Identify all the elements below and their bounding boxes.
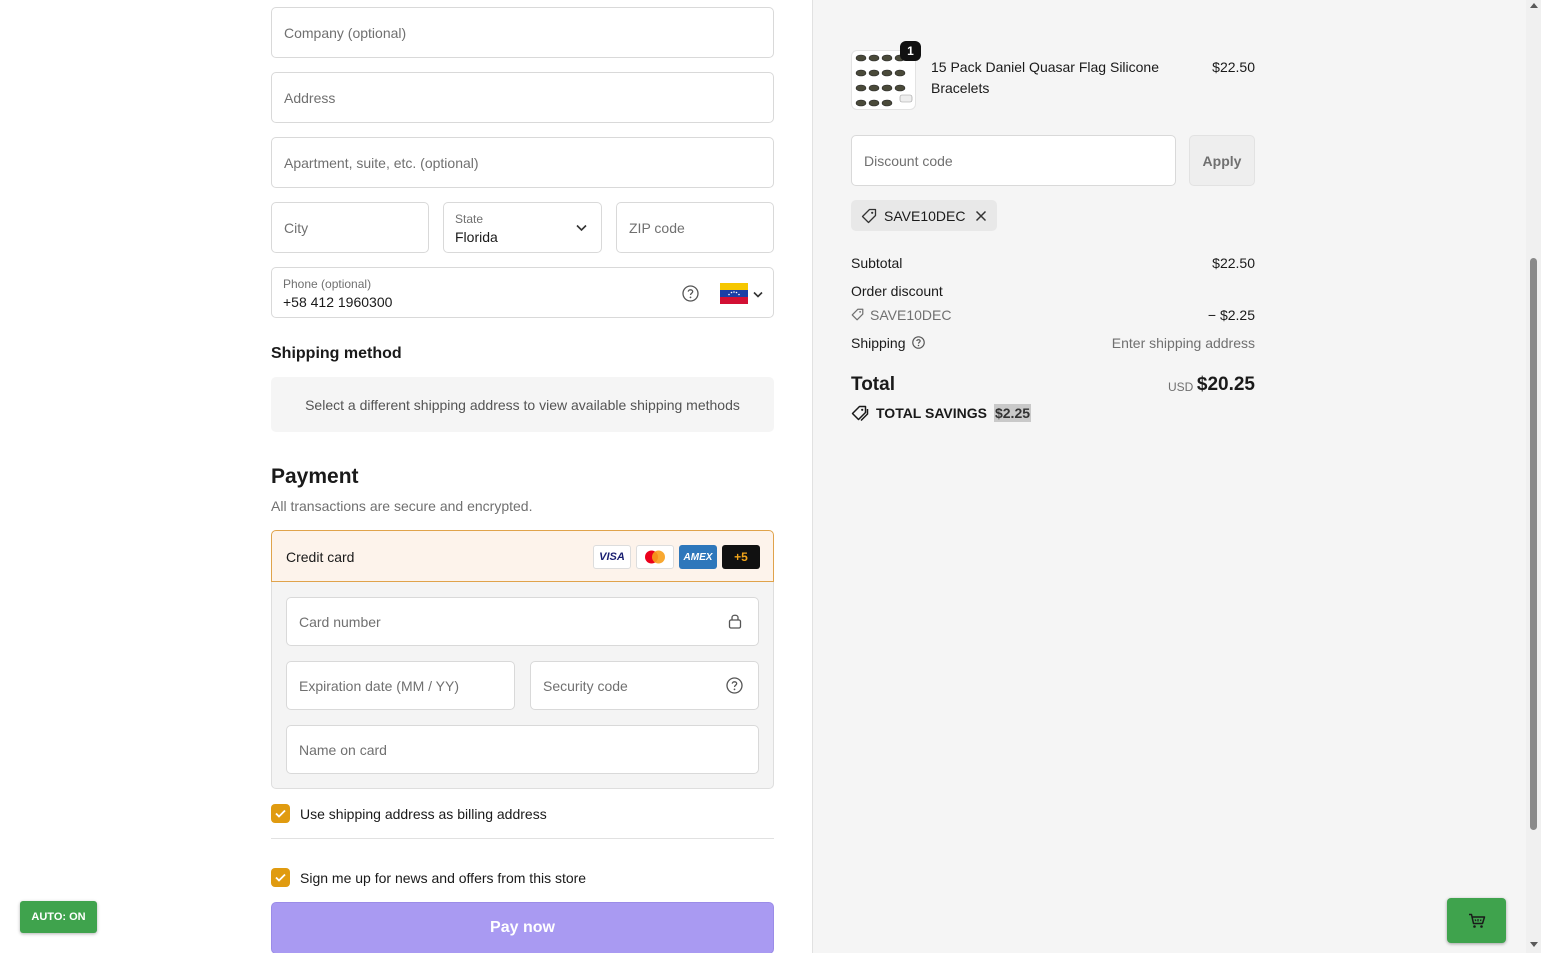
zip-input[interactable] [617,203,773,252]
shipping-label: Shipping [851,335,906,351]
checkmark-icon [275,873,286,882]
total-savings-label: TOTAL SAVINGS [876,405,987,421]
company-input[interactable] [272,8,773,57]
phone-value: +58 412 1960300 [283,294,393,310]
scroll-up-arrow[interactable] [1530,3,1538,8]
shipping-value: Enter shipping address [1111,335,1255,351]
card-number-field[interactable] [286,597,759,646]
card-number-input[interactable] [287,598,758,645]
more-brands-badge: +5 [722,545,760,569]
zip-field[interactable] [616,202,774,253]
billing-same-checkbox[interactable] [271,804,290,823]
city-input[interactable] [272,203,428,252]
close-icon[interactable] [975,210,987,222]
total-savings: TOTAL SAVINGS $2.25 [851,404,1032,422]
applied-discount-code: SAVE10DEC [884,207,966,224]
tag-icon [861,208,877,223]
state-select[interactable]: State Florida [443,202,602,253]
subtotal-value: $22.50 [1212,255,1255,271]
total-currency: USD [1168,380,1194,394]
address-input[interactable] [272,73,773,122]
newsletter-row[interactable]: Sign me up for news and offers from this… [271,868,586,887]
address-field[interactable] [271,72,774,123]
scroll-thumb[interactable] [1530,258,1537,830]
mastercard-icon [636,545,674,569]
name-on-card-input[interactable] [287,726,758,773]
subtotal-label: Subtotal [851,255,903,271]
payment-subtext: All transactions are secure and encrypte… [271,498,533,514]
scroll-down-arrow[interactable] [1530,942,1538,947]
order-discount-label: Order discount [851,283,943,299]
product-price: $22.50 [1212,59,1255,75]
name-on-card-field[interactable] [286,725,759,774]
order-discount-row: Order discount [851,283,1255,299]
shipping-methods-notice: Select a different shipping address to v… [271,377,774,432]
applied-discount-chip: SAVE10DEC [851,200,998,231]
country-flag-select[interactable] [720,283,768,305]
tag-icon [851,308,864,321]
apartment-input[interactable] [272,138,773,187]
checkout-form-panel: State Florida Phone (optional) +58 412 1… [0,0,812,953]
auto-mode-badge[interactable]: AUTO: ON [20,901,97,933]
tags-icon [851,405,869,421]
state-label: State [455,212,484,226]
page-scrollbar[interactable] [1526,0,1541,953]
quantity-badge: 1 [900,41,921,61]
state-value: Florida [455,229,498,245]
discount-value: − $2.25 [1207,307,1255,323]
shipping-row: Shipping Enter shipping address [851,335,1255,351]
amex-icon: AMEX [679,545,717,569]
total-savings-value: $2.25 [993,404,1032,422]
help-circle-icon[interactable] [726,677,743,694]
phone-field[interactable]: Phone (optional) +58 412 1960300 [271,267,774,318]
discount-code-field[interactable] [851,135,1176,186]
checkmark-icon [275,809,286,818]
pay-now-button[interactable]: Pay now [271,902,774,953]
help-circle-icon[interactable] [912,336,925,349]
phone-label: Phone (optional) [283,277,372,291]
newsletter-checkbox[interactable] [271,868,290,887]
expiration-field[interactable] [286,661,515,710]
help-circle-icon[interactable] [682,285,699,302]
cart-icon [1468,913,1485,928]
visa-icon: VISA [593,545,631,569]
product-name: 15 Pack Daniel Quasar Flag Silicone Brac… [931,59,1160,96]
apply-discount-button[interactable]: Apply [1189,135,1255,186]
newsletter-label: Sign me up for news and offers from this… [300,869,587,886]
discount-code-label: SAVE10DEC [870,307,952,323]
apartment-field[interactable] [271,137,774,188]
payment-heading: Payment [271,465,359,488]
expiration-input[interactable] [287,662,514,709]
city-field[interactable] [271,202,429,253]
billing-same-label: Use shipping address as billing address [300,805,547,822]
billing-same-row[interactable]: Use shipping address as billing address [271,804,547,823]
total-label: Total [851,374,895,395]
total-value: $20.25 [1196,374,1255,395]
venezuela-flag-icon [720,283,748,304]
lock-icon [728,614,742,629]
company-field[interactable] [271,7,774,58]
credit-card-label: Credit card [286,549,355,565]
chevron-down-icon [576,224,587,232]
divider [271,838,774,839]
credit-card-option[interactable]: Credit card VISA AMEX +5 [271,530,774,582]
security-code-input[interactable] [531,662,758,709]
shipping-method-heading: Shipping method [271,345,402,362]
discount-code-input[interactable] [852,136,1175,185]
cart-button[interactable] [1447,898,1506,943]
discount-code-row: SAVE10DEC − $2.25 [851,307,1255,323]
security-code-field[interactable] [530,661,759,710]
chevron-down-icon [753,291,763,298]
subtotal-row: Subtotal $22.50 [851,255,1255,271]
